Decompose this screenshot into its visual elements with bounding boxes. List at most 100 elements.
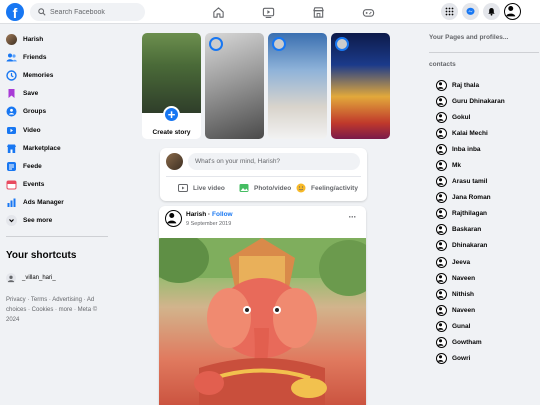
create-story-label: Create story xyxy=(152,129,191,136)
plus-icon[interactable]: + xyxy=(163,106,180,123)
photo-video-label: Photo/video xyxy=(254,184,292,192)
contact-item[interactable]: Dhinakaran xyxy=(429,238,539,254)
contact-item[interactable]: Kalai Mechi xyxy=(429,125,539,141)
contact-name: Inba inba xyxy=(452,145,481,153)
contact-name: Kalai Mechi xyxy=(452,129,488,137)
contact-avatar xyxy=(436,160,447,172)
live-video-label: Live video xyxy=(193,184,225,192)
sidebar-item-memories[interactable]: Memories xyxy=(6,66,110,84)
feeling-activity-label: Feeling/activity xyxy=(311,184,358,192)
whats-on-your-mind-input[interactable]: What's on your mind, Harish? xyxy=(188,153,360,170)
sidebar-item-label: Groups xyxy=(23,108,47,116)
contact-item[interactable]: Inba inba xyxy=(429,141,539,157)
contact-item[interactable]: Gunal xyxy=(429,318,539,334)
sidebar-item-video[interactable]: Video xyxy=(6,121,110,139)
photo-video-button[interactable]: Photo/video xyxy=(239,183,291,193)
sidebar-item-label: Events xyxy=(23,181,45,189)
contact-item[interactable]: Mk xyxy=(429,157,539,173)
bookmark-icon xyxy=(6,88,17,99)
right-divider xyxy=(429,52,539,53)
user-silhouette-icon xyxy=(167,213,177,224)
shop-icon xyxy=(6,143,17,154)
create-story-card[interactable]: + Create story xyxy=(142,33,201,139)
contact-item[interactable]: Gowri xyxy=(429,351,539,367)
home-icon[interactable] xyxy=(211,5,225,19)
story-card[interactable] xyxy=(331,33,390,139)
post-author-name[interactable]: Harish xyxy=(186,211,206,218)
contact-avatar xyxy=(436,176,447,188)
user-silhouette-icon xyxy=(437,323,444,330)
sidebar-item-marketplace[interactable]: Marketplace xyxy=(6,139,110,157)
post-author-avatar[interactable] xyxy=(165,210,182,227)
contact-item[interactable]: Jana Roman xyxy=(429,190,539,206)
sidebar-see-more[interactable]: See more xyxy=(6,212,110,230)
notifications-bell-icon[interactable] xyxy=(483,3,500,20)
photo-icon xyxy=(239,183,249,193)
contacts-list: Raj thala Guru Dhinakaran Gokul Kalai Mechi… xyxy=(429,77,539,367)
contact-name: Mk xyxy=(452,162,462,170)
post-date[interactable]: 9 September 2019 xyxy=(186,221,231,227)
left-sidebar: Harish Friends Memories Save Groups Vide… xyxy=(6,30,110,325)
messenger-icon[interactable] xyxy=(462,3,479,20)
contacts-title: contacts xyxy=(429,61,456,68)
contact-avatar xyxy=(436,320,447,332)
ganesha-idol-image xyxy=(159,238,366,405)
contact-item[interactable]: Baskaran xyxy=(429,222,539,238)
sidebar-item-ads-manager[interactable]: Ads Manager xyxy=(6,194,110,212)
search-input[interactable] xyxy=(50,8,145,16)
feeling-activity-button[interactable]: Feeling/activity xyxy=(296,183,358,193)
pages-profiles-title[interactable]: Your Pages and profiles... xyxy=(429,34,539,41)
story-profile-photo xyxy=(142,33,201,113)
contact-avatar xyxy=(436,111,447,123)
sidebar-item-save[interactable]: Save xyxy=(6,85,110,103)
watch-icon[interactable] xyxy=(261,5,275,19)
contact-avatar xyxy=(436,353,447,365)
contact-avatar xyxy=(436,192,447,204)
facebook-logo[interactable]: f xyxy=(6,3,24,21)
marketplace-icon[interactable] xyxy=(311,5,325,19)
story-card[interactable] xyxy=(205,33,264,139)
follow-link[interactable]: Follow xyxy=(212,211,233,218)
user-silhouette-icon xyxy=(437,339,444,346)
user-silhouette-icon xyxy=(437,97,444,105)
live-video-button[interactable]: Live video xyxy=(178,183,225,193)
contact-name: Gokul xyxy=(452,113,471,121)
sidebar-item-groups[interactable]: Groups xyxy=(6,103,110,121)
sidebar-item-feeds[interactable]: Feede xyxy=(6,157,110,175)
user-silhouette-icon xyxy=(506,6,516,17)
post-image[interactable] xyxy=(159,238,366,405)
sidebar-item-label: Save xyxy=(23,90,39,98)
right-sidebar: Your Pages and profiles... contacts Raj … xyxy=(429,34,539,367)
search-box[interactable] xyxy=(30,3,145,21)
user-silhouette-icon xyxy=(437,307,444,314)
contact-item[interactable]: Raj thala xyxy=(429,77,539,93)
contact-item[interactable]: Naveen xyxy=(429,302,539,318)
story-card[interactable] xyxy=(268,33,327,139)
menu-grid-icon[interactable] xyxy=(441,3,458,20)
video-icon xyxy=(6,125,17,136)
gaming-icon[interactable] xyxy=(361,5,375,19)
profile-avatar[interactable] xyxy=(504,3,521,20)
more-options-icon[interactable]: ··· xyxy=(349,212,357,222)
contact-avatar xyxy=(436,95,447,107)
contact-name: Naveen xyxy=(452,274,476,282)
contact-item[interactable]: Rajthilagan xyxy=(429,206,539,222)
contact-item[interactable]: Arasu tamil xyxy=(429,174,539,190)
footer-links[interactable]: Privacy · Terms · Advertising · Ad choic… xyxy=(6,295,108,325)
contact-name: Arasu tamil xyxy=(452,178,488,186)
contact-name: Rajthilagan xyxy=(452,210,488,218)
clock-icon xyxy=(6,70,17,81)
sidebar-item-events[interactable]: Events xyxy=(6,176,110,194)
contact-item[interactable]: Naveen xyxy=(429,270,539,286)
contact-item[interactable]: Jeeva xyxy=(429,254,539,270)
contact-item[interactable]: Guru Dhinakaran xyxy=(429,93,539,109)
contact-avatar xyxy=(436,337,447,349)
shortcut-item[interactable]: _villan_hari_ xyxy=(6,273,110,284)
contact-item[interactable]: Gowtham xyxy=(429,335,539,351)
contact-item[interactable]: Nithish xyxy=(429,286,539,302)
sidebar-item-label: See more xyxy=(23,217,53,225)
sidebar-item-friends[interactable]: Friends xyxy=(6,48,110,66)
composer-divider xyxy=(166,176,361,177)
contact-item[interactable]: Gokul xyxy=(429,109,539,125)
sidebar-item-profile[interactable]: Harish xyxy=(6,30,110,48)
